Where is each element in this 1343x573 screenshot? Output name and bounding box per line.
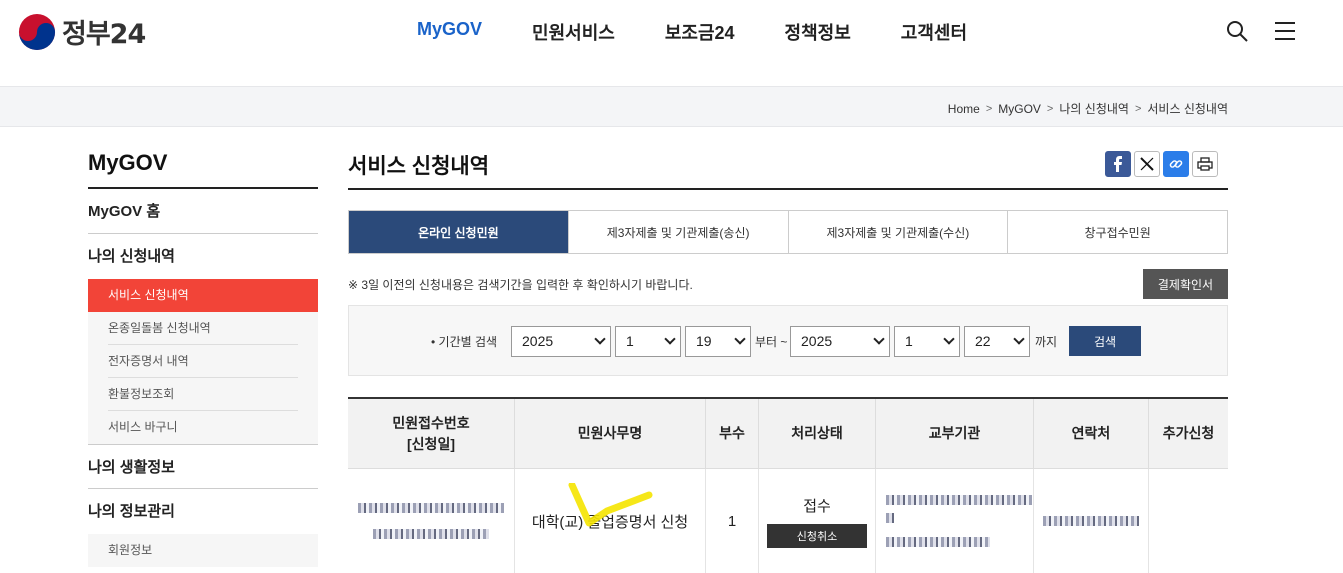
- link-icon[interactable]: [1163, 151, 1189, 177]
- chevron-down-icon: [1013, 333, 1025, 345]
- issuing-agency-cell: [875, 469, 1033, 573]
- print-icon[interactable]: [1192, 151, 1218, 177]
- payment-confirmation-button[interactable]: 결제확인서: [1143, 269, 1228, 299]
- nav-policy[interactable]: 정책정보: [785, 19, 851, 45]
- contact-cell: [1033, 469, 1148, 573]
- status-text: 접수: [803, 497, 831, 515]
- receipt-number-cell[interactable]: [348, 469, 514, 573]
- page-title: 서비스 신청내역: [348, 155, 490, 178]
- side-nav-service-applications[interactable]: 서비스 신청내역: [88, 279, 318, 312]
- tab-third-party-sent[interactable]: 제3자제출 및 기관제출(송신): [567, 211, 788, 253]
- chevron-down-icon: [873, 333, 885, 345]
- tab-counter-applications[interactable]: 창구접수민원: [1007, 211, 1227, 253]
- side-nav-submenu-2: 회원정보: [88, 534, 318, 567]
- site-header: 정부24 MyGOV 민원서비스 보조금24 정책정보 고객센터: [0, 0, 1343, 86]
- side-nav-info-management[interactable]: 나의 정보관리: [88, 489, 318, 534]
- global-nav: MyGOV 민원서비스 보조금24 정책정보 고객센터: [417, 19, 1017, 45]
- table-row: 대학(교) 졸업증명서 신청 1 접수 신청취소: [348, 469, 1228, 573]
- col-contact: 연락처: [1033, 399, 1148, 468]
- cancel-application-button[interactable]: 신청취소: [767, 523, 867, 548]
- side-nav-care-applications[interactable]: 온종일돌봄 신청내역: [108, 312, 298, 345]
- col-receipt-number-line2: [신청일]: [407, 435, 455, 452]
- chevron-down-icon: [734, 333, 746, 345]
- x-twitter-icon[interactable]: [1134, 151, 1160, 177]
- breadcrumb-band: Home > MyGOV > 나의 신청내역 > 서비스 신청내역: [0, 86, 1343, 127]
- redacted-agency-line1: [886, 495, 1032, 505]
- header-icons: [1225, 19, 1297, 43]
- side-nav-refund-info[interactable]: 환불정보조회: [108, 378, 298, 411]
- tab-online-applications[interactable]: 온라인 신청민원: [349, 211, 568, 253]
- crumb-service-applications[interactable]: 서비스 신청내역: [1147, 100, 1228, 117]
- additional-cell: [1148, 469, 1228, 573]
- from-text: 부터 ~: [755, 335, 788, 349]
- crumb-home[interactable]: Home: [948, 102, 980, 116]
- from-day-select[interactable]: 19: [685, 326, 751, 357]
- facebook-icon[interactable]: [1105, 151, 1131, 177]
- nav-mygov[interactable]: MyGOV: [417, 19, 482, 45]
- col-status: 처리상태: [758, 399, 875, 468]
- redacted-application-date: [373, 529, 489, 539]
- chevron-right-icon: >: [1046, 102, 1054, 115]
- redacted-receipt-number: [358, 503, 504, 513]
- crumb-mygov[interactable]: MyGOV: [998, 102, 1041, 116]
- side-nav-life-info[interactable]: 나의 생활정보: [88, 444, 318, 489]
- applications-table: 민원접수번호 [신청일] 민원사무명 부수 처리상태 교부기관 연락처 추가신청…: [348, 397, 1228, 573]
- share-buttons: [1105, 151, 1218, 177]
- side-nav-title: MyGOV: [88, 127, 318, 189]
- chevron-down-icon: [664, 333, 676, 345]
- chevron-right-icon: >: [1134, 102, 1142, 115]
- col-receipt-number-line1: 민원접수번호: [392, 414, 470, 431]
- search-icon[interactable]: [1225, 19, 1249, 43]
- redacted-contact: [1043, 516, 1139, 526]
- col-receipt-number: 민원접수번호 [신청일]: [348, 399, 514, 468]
- redacted-agency-line3: [886, 537, 990, 547]
- nav-civil-service[interactable]: 민원서비스: [532, 19, 615, 45]
- nav-subsidy24[interactable]: 보조금24: [665, 19, 735, 45]
- chevron-right-icon: >: [985, 102, 993, 115]
- to-year-select[interactable]: 2025: [790, 326, 890, 357]
- title-divider: [348, 188, 1228, 190]
- logo-text: 정부24: [62, 19, 146, 50]
- menu-icon[interactable]: [1273, 19, 1297, 43]
- service-name-cell[interactable]: 대학(교) 졸업증명서 신청: [514, 469, 705, 573]
- chevron-down-icon: [594, 333, 606, 345]
- search-button[interactable]: 검색: [1069, 326, 1141, 356]
- side-nav-e-certificates[interactable]: 전자증명서 내역: [108, 345, 298, 378]
- copies-cell: 1: [705, 469, 758, 573]
- search-label: • 기간별 검색: [431, 335, 498, 349]
- tab-bar: 온라인 신청민원 제3자제출 및 기관제출(송신) 제3자제출 및 기관제출(수…: [348, 210, 1228, 254]
- table-header: 민원접수번호 [신청일] 민원사무명 부수 처리상태 교부기관 연락처 추가신청: [348, 399, 1228, 469]
- chevron-down-icon: [943, 333, 955, 345]
- tab-third-party-received[interactable]: 제3자제출 및 기관제출(수신): [787, 211, 1008, 253]
- to-day-select[interactable]: 22: [964, 326, 1030, 357]
- from-year-select[interactable]: 2025: [511, 326, 611, 357]
- side-nav-member-info[interactable]: 회원정보: [108, 534, 298, 567]
- from-month-select[interactable]: 1: [615, 326, 681, 357]
- crumb-my-applications[interactable]: 나의 신청내역: [1059, 100, 1129, 117]
- redacted-agency-line2: [886, 513, 894, 523]
- col-issuing-agency: 교부기관: [875, 399, 1033, 468]
- to-month-select[interactable]: 1: [894, 326, 960, 357]
- to-text: 까지: [1035, 335, 1058, 349]
- col-copies: 부수: [705, 399, 758, 468]
- col-service-name: 민원사무명: [514, 399, 705, 468]
- breadcrumb: Home > MyGOV > 나의 신청내역 > 서비스 신청내역: [948, 100, 1228, 117]
- status-cell: 접수 신청취소: [758, 469, 875, 573]
- side-nav-my-applications[interactable]: 나의 신청내역: [88, 234, 318, 279]
- logo[interactable]: 정부24: [18, 12, 146, 51]
- period-search-box: • 기간별 검색 2025 1 19 부터 ~ 2025 1 22 까지 검색: [348, 305, 1228, 376]
- side-nav-service-basket[interactable]: 서비스 바구니: [108, 411, 298, 444]
- side-nav-submenu: 온종일돌봄 신청내역 전자증명서 내역 환불정보조회 서비스 바구니: [88, 312, 318, 444]
- side-nav: MyGOV MyGOV 홈 나의 신청내역 서비스 신청내역 온종일돌봄 신청내…: [88, 127, 318, 567]
- period-notice: ※ 3일 이전의 신청내용은 검색기간을 입력한 후 확인하시기 바랍니다.: [348, 278, 693, 292]
- nav-customer-center[interactable]: 고객센터: [901, 19, 967, 45]
- col-additional: 추가신청: [1148, 399, 1228, 468]
- yellow-highlight-mark: [568, 483, 653, 527]
- taegeuk-logo-icon: [18, 13, 56, 50]
- side-nav-mygov-home[interactable]: MyGOV 홈: [88, 189, 318, 234]
